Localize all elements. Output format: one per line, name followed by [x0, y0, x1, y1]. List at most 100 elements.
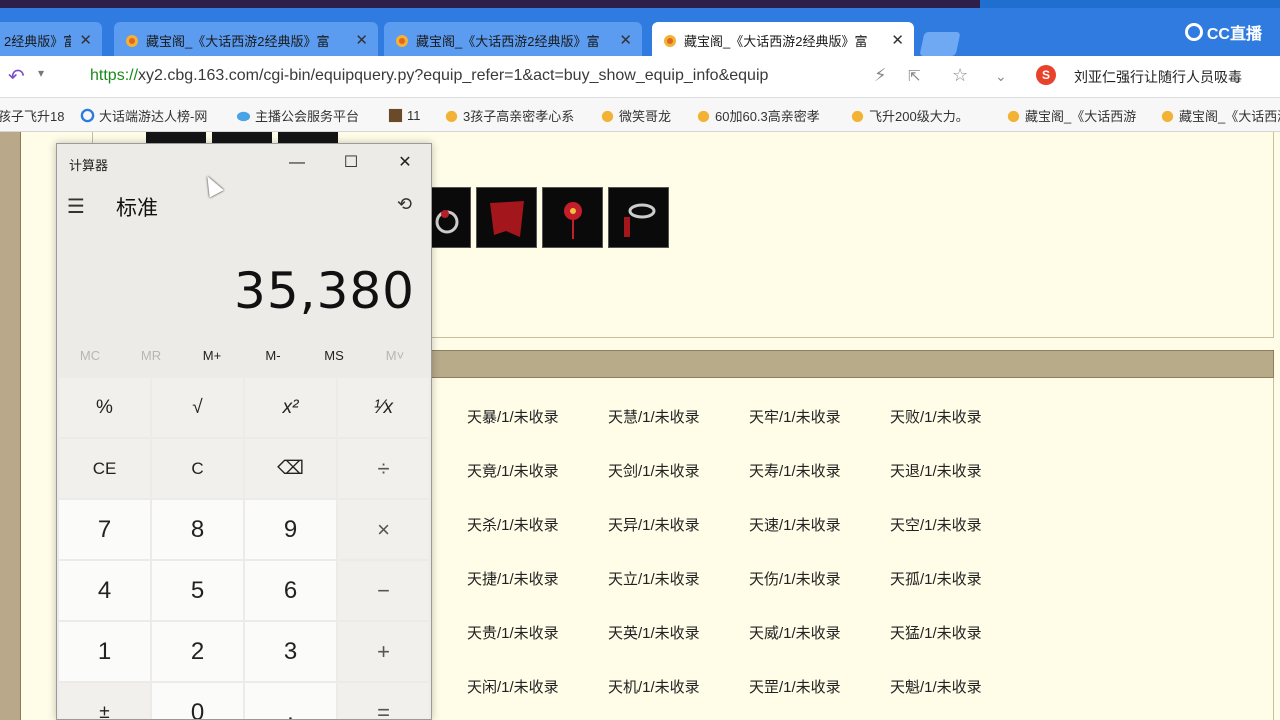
memory-clear-button[interactable]: MC: [59, 348, 121, 363]
percent-button[interactable]: %: [59, 378, 150, 437]
close-icon[interactable]: ✕: [891, 31, 904, 49]
digit-2-button[interactable]: 2: [152, 622, 243, 681]
reciprocal-button[interactable]: ¹⁄x: [338, 378, 429, 437]
square-root-button[interactable]: √: [152, 378, 243, 437]
history-icon[interactable]: ⟲: [397, 194, 412, 215]
skill-entry: 天速/1/未收录: [749, 517, 841, 534]
cc-logo-icon: [1184, 23, 1203, 41]
bookmark-item[interactable]: 11: [388, 106, 432, 124]
skill-entry: 天猛/1/未收录: [890, 625, 982, 642]
browser-tab[interactable]: 藏宝阁_《大话西游2经典版》富 ✕: [384, 22, 642, 58]
calculator-title: 计算器: [69, 158, 109, 173]
bookmark-label: 11: [407, 107, 421, 123]
equals-button[interactable]: =: [338, 683, 429, 719]
skills-row: 天贵/1/未收录 天英/1/未收录 天威/1/未收录 天猛/1/未收录: [467, 622, 1107, 644]
digit-1-button[interactable]: 1: [59, 622, 150, 681]
skills-panel: [430, 378, 1274, 720]
clear-button[interactable]: C: [152, 439, 243, 498]
equipment-slot[interactable]: [608, 187, 669, 248]
knot-charm-icon: [563, 201, 582, 239]
bookmark-label: 藏宝阁_《大话西游: [1179, 108, 1280, 124]
page-left-rail: [0, 132, 20, 720]
digit-7-button[interactable]: 7: [59, 500, 150, 559]
memory-list-button[interactable]: M˅: [364, 348, 426, 363]
divide-button[interactable]: ÷: [338, 439, 429, 498]
subtract-button[interactable]: −: [338, 561, 429, 620]
skill-entry: 天剑/1/未收录: [608, 463, 700, 480]
bookmark-item[interactable]: 藏宝阁_《大话西游: [1160, 106, 1280, 124]
bookmark-item[interactable]: 主播公会服务平台: [236, 106, 376, 124]
minimize-button[interactable]: —: [277, 150, 317, 176]
skill-entry: 天魁/1/未收录: [890, 679, 982, 696]
memory-row: MC MR M+ M- MS M˅: [57, 348, 431, 372]
bookmark-item[interactable]: 藏宝阁_《大话西游: [1006, 106, 1146, 124]
square-button[interactable]: x²: [245, 378, 336, 437]
close-icon[interactable]: ✕: [79, 31, 92, 49]
calculator-display: 35,380: [234, 262, 415, 320]
clear-entry-button[interactable]: CE: [59, 439, 150, 498]
star-icon[interactable]: ☆: [952, 65, 968, 86]
skill-entry: 天牢/1/未收录: [749, 409, 841, 426]
bookmark-label: 孩子飞升18: [0, 108, 65, 124]
bookmark-label: 飞升200级大力。: [869, 108, 969, 124]
digit-8-button[interactable]: 8: [152, 500, 243, 559]
bookmark-item[interactable]: 大话端游达人榜-网: [80, 106, 222, 124]
new-tab-button[interactable]: [919, 32, 961, 56]
bookmark-item[interactable]: 3孩子高亲密孝心系: [444, 106, 584, 124]
equipment-slot[interactable]: [476, 187, 537, 248]
digit-4-button[interactable]: 4: [59, 561, 150, 620]
bookmark-item[interactable]: 60加60.3高亲密孝: [696, 106, 834, 124]
sogou-search-icon[interactable]: S: [1036, 65, 1056, 85]
skills-row: 天闲/1/未收录 天机/1/未收录 天罡/1/未收录 天魁/1/未收录: [467, 676, 1107, 698]
decimal-button[interactable]: .: [245, 683, 336, 719]
page-left-gutter: [20, 132, 58, 720]
cc-live-logo: CC直播: [1184, 20, 1262, 44]
skill-entry: 天慧/1/未收录: [608, 409, 700, 426]
cbg-favicon-icon: [1161, 110, 1174, 122]
negate-button[interactable]: ±: [59, 683, 150, 719]
skills-row: 天暴/1/未收录 天慧/1/未收录 天牢/1/未收录 天败/1/未收录: [467, 406, 1107, 428]
maximize-button[interactable]: ☐: [331, 150, 371, 176]
lightning-icon[interactable]: ⚡: [874, 65, 887, 86]
cloud-icon: [236, 111, 251, 121]
bracelet-icon: [623, 203, 655, 237]
memory-add-button[interactable]: M+: [181, 348, 243, 363]
bookmark-item[interactable]: 飞升200级大力。: [850, 106, 990, 124]
skill-entry: 天退/1/未收录: [890, 463, 982, 480]
tab-label: 藏宝阁_《大话西游2经典版》富: [416, 33, 600, 49]
close-button[interactable]: ✕: [385, 150, 425, 176]
digit-3-button[interactable]: 3: [245, 622, 336, 681]
bookmark-item[interactable]: 微笑哥龙: [600, 106, 682, 124]
digit-5-button[interactable]: 5: [152, 561, 243, 620]
digit-6-button[interactable]: 6: [245, 561, 336, 620]
skill-entry: 天机/1/未收录: [608, 679, 700, 696]
browser-tab[interactable]: 2经典版》富 ✕: [0, 22, 102, 58]
ie-icon: [80, 108, 95, 122]
backspace-button[interactable]: ⌫: [245, 439, 336, 498]
browser-tab-active[interactable]: 藏宝阁_《大话西游2经典版》富 ✕: [652, 22, 914, 58]
url-field[interactable]: https://xy2.cbg.163.com/cgi-bin/equipque…: [90, 67, 768, 85]
browser-tab[interactable]: 藏宝阁_《大话西游2经典版》富 ✕: [114, 22, 378, 58]
brand-label: CC直播: [1206, 26, 1262, 43]
digit-9-button[interactable]: 9: [245, 500, 336, 559]
memory-recall-button[interactable]: MR: [120, 348, 182, 363]
back-icon[interactable]: ↶: [8, 64, 25, 89]
bookmark-label: 60加60.3高亲密孝: [715, 108, 820, 124]
chevron-down-icon[interactable]: ⌄: [995, 68, 1007, 85]
add-button[interactable]: +: [338, 622, 429, 681]
skills-row: 天竟/1/未收录 天剑/1/未收录 天寿/1/未收录 天退/1/未收录: [467, 460, 1107, 482]
share-icon[interactable]: ⇱: [908, 67, 921, 85]
bookmark-item[interactable]: 孩子飞升18: [0, 106, 68, 124]
digit-0-button[interactable]: 0: [152, 683, 243, 719]
close-icon[interactable]: ✕: [619, 31, 632, 49]
cbg-favicon-icon: [126, 35, 138, 47]
memory-store-button[interactable]: MS: [303, 348, 365, 363]
multiply-button[interactable]: ×: [338, 500, 429, 559]
history-dropdown-icon[interactable]: ▾: [38, 66, 44, 80]
close-icon[interactable]: ✕: [355, 31, 368, 49]
memory-subtract-button[interactable]: M-: [242, 348, 304, 363]
equipment-slot[interactable]: [542, 187, 603, 248]
news-ticker[interactable]: 刘亚仁强行让随行人员吸毒: [1074, 67, 1242, 87]
hamburger-menu-icon[interactable]: ☰: [67, 194, 85, 219]
calculator-titlebar[interactable]: 计算器 — ☐ ✕: [57, 144, 431, 182]
